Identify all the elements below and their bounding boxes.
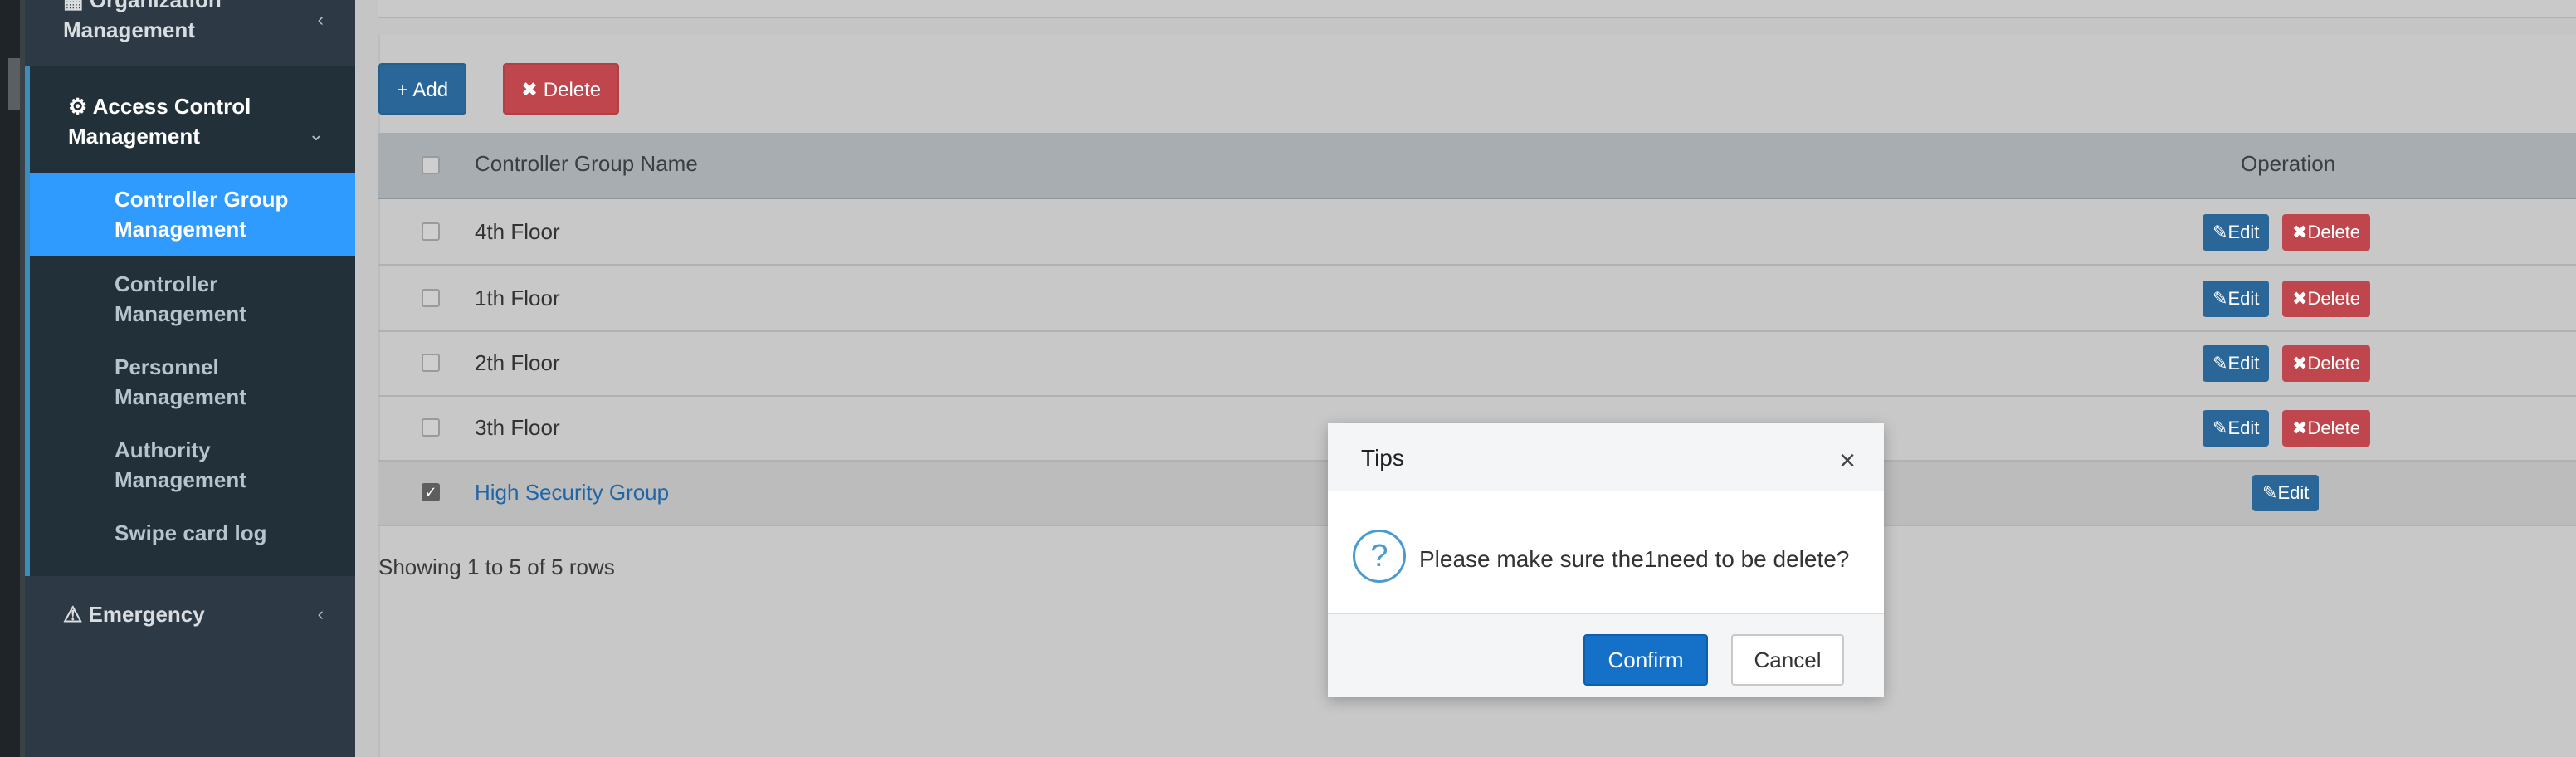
- gear-icon: ⚙: [68, 94, 88, 119]
- sidebar-item-label: Management: [115, 301, 246, 326]
- edit-button[interactable]: ✎Edit: [2203, 410, 2270, 447]
- row-checkbox[interactable]: [422, 289, 440, 307]
- table-row: 1th Floor ✎Edit ✖Delete: [378, 267, 2576, 332]
- row-delete-button[interactable]: ✖Delete: [2282, 281, 2371, 317]
- row-checkbox[interactable]: ✓: [422, 483, 440, 501]
- edge-stub: [8, 58, 20, 110]
- sidebar-item-label: Management: [63, 17, 195, 42]
- row-delete-button[interactable]: ✖Delete: [2282, 214, 2371, 251]
- sidebar-item-swipe-card-log[interactable]: Swipe card log: [30, 518, 355, 548]
- chevron-left-icon: ‹: [317, 9, 324, 30]
- sidebar-item-authority[interactable]: Authority Management: [30, 435, 355, 495]
- dialog-message: Please make sure the1need to be delete?: [1419, 546, 1850, 572]
- close-icon: ✖: [2292, 418, 2308, 438]
- close-icon[interactable]: ×: [1839, 447, 1856, 475]
- sidebar-item-label: Management: [115, 384, 246, 409]
- group-name: 4th Floor: [475, 219, 560, 244]
- table-header: Controller Group Name Operation: [378, 133, 2576, 199]
- edit-label: Edit: [2227, 222, 2260, 242]
- dialog-footer: Confirm Cancel: [1328, 614, 1884, 697]
- delete-label: Delete: [2307, 353, 2361, 374]
- sidebar-item-personnel[interactable]: Personnel Management: [30, 352, 355, 412]
- edit-icon: ✎: [2213, 353, 2228, 374]
- group-name: 1th Floor: [475, 286, 560, 310]
- dialog-body: ? Please make sure the1need to be delete…: [1328, 491, 1884, 614]
- group-name: 2th Floor: [475, 350, 560, 375]
- chevron-down-icon: ⌄: [308, 124, 324, 144]
- sidebar-item-organization[interactable]: ▦ Organization Management ‹: [25, 0, 355, 50]
- edit-label: Edit: [2227, 353, 2260, 374]
- warning-icon: ⚠: [63, 602, 83, 627]
- dialog-title: Tips: [1361, 445, 1404, 471]
- delete-label: Delete: [2307, 288, 2361, 309]
- column-header-name: Controller Group Name: [475, 151, 698, 176]
- sidebar-item-label: Swipe card log: [115, 520, 267, 545]
- edit-icon: ✎: [2213, 222, 2228, 242]
- close-icon: ✖: [2292, 222, 2308, 242]
- confirm-dialog: Tips × ? Please make sure the1need to be…: [1328, 423, 1884, 697]
- group-name: 3th Floor: [475, 415, 560, 440]
- sidebar-item-label: Authority: [115, 437, 211, 462]
- delete-label: Delete: [2307, 418, 2361, 438]
- row-checkbox[interactable]: [422, 222, 440, 241]
- sitemap-icon: ▦: [63, 0, 84, 12]
- row-checkbox[interactable]: [422, 354, 440, 372]
- edit-icon: ✎: [2213, 288, 2228, 309]
- row-delete-button[interactable]: ✖Delete: [2282, 345, 2371, 382]
- check-icon: ✓: [424, 484, 437, 501]
- add-button[interactable]: + Add: [378, 63, 467, 115]
- table-row: 4th Floor ✎Edit ✖Delete: [378, 201, 2576, 266]
- sidebar-item-controller[interactable]: Controller Management: [30, 269, 355, 329]
- dialog-header: Tips ×: [1328, 423, 1884, 491]
- edit-icon: ✎: [2262, 482, 2278, 503]
- cancel-button[interactable]: Cancel: [1731, 634, 1844, 686]
- sidebar-item-label: Access Control: [92, 94, 251, 119]
- edit-label: Edit: [2227, 288, 2260, 309]
- edit-button[interactable]: ✎Edit: [2203, 281, 2270, 317]
- edit-button[interactable]: ✎Edit: [2203, 345, 2270, 382]
- sidebar-item-emergency[interactable]: ⚠ Emergency ‹: [25, 589, 355, 639]
- sidebar-item-label: Personnel: [115, 354, 219, 379]
- sidebar-item-controller-group[interactable]: Controller Group Management: [30, 173, 355, 256]
- edit-label: Edit: [2277, 482, 2310, 503]
- edit-button[interactable]: ✎Edit: [2252, 475, 2320, 511]
- confirm-button[interactable]: Confirm: [1583, 634, 1708, 686]
- edit-label: Edit: [2227, 418, 2260, 438]
- sidebar-item-label: Organization: [89, 0, 222, 12]
- edit-icon: ✎: [2213, 418, 2228, 438]
- select-all-checkbox[interactable]: [422, 156, 440, 174]
- chevron-left-icon: ‹: [317, 603, 324, 624]
- delete-label: Delete: [2307, 222, 2361, 242]
- delete-button[interactable]: ✖ Delete: [503, 63, 620, 115]
- sidebar-item-label: Controller Group: [115, 187, 289, 212]
- top-panel: [378, 0, 2576, 18]
- question-icon: ?: [1353, 530, 1406, 583]
- row-delete-button[interactable]: ✖Delete: [2282, 410, 2371, 447]
- sidebar-item-label: Management: [115, 467, 246, 492]
- close-icon: ✖: [2292, 288, 2308, 309]
- column-header-operation: Operation: [2241, 151, 2336, 176]
- sidebar-item-label: Controller: [115, 271, 218, 296]
- edit-button[interactable]: ✎Edit: [2203, 214, 2270, 251]
- sidebar-item-label: Emergency: [88, 602, 205, 627]
- group-name: High Security Group: [475, 480, 670, 505]
- sidebar-item-access-control[interactable]: ⚙ Access Control Management ⌄: [25, 66, 355, 173]
- row-checkbox[interactable]: [422, 418, 440, 437]
- pagination-info: Showing 1 to 5 of 5 rows: [378, 554, 615, 579]
- sidebar-item-label: Management: [115, 217, 246, 242]
- window-edge: [0, 0, 25, 757]
- close-icon: ✖: [2292, 353, 2308, 374]
- table-row: 2th Floor ✎Edit ✖Delete: [378, 332, 2576, 397]
- sidebar: ▦ Organization Management ‹ ⚙ Access Con…: [25, 0, 355, 757]
- access-control-submenu: Controller Group Management Controller M…: [25, 173, 355, 576]
